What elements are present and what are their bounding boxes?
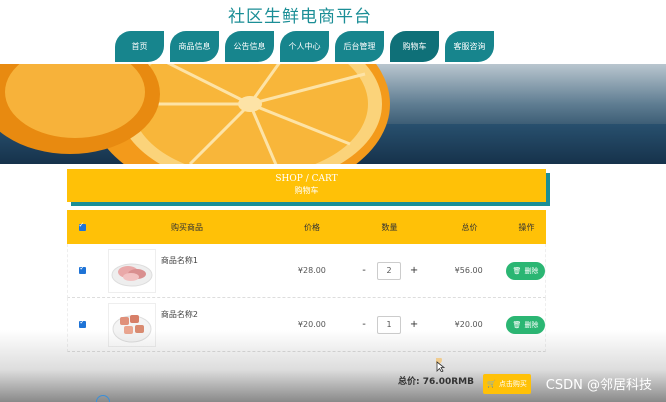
product-cell: 商品名称2 [98, 302, 277, 347]
qty-input[interactable]: 2 [377, 261, 402, 280]
nav-item-products[interactable]: 商品信息 [170, 31, 219, 62]
trash-icon: 🗑 [512, 266, 522, 275]
item-checkbox[interactable] [68, 318, 98, 328]
summary-amount: 76.00RMB [422, 377, 474, 387]
cart-summary: 总价: 76.00RMB [398, 374, 474, 387]
raw-meat-icon [111, 263, 153, 286]
item-total: ¥20.00 [454, 320, 483, 329]
trash-icon: 🗑 [512, 320, 522, 329]
nav-item-cart[interactable]: 购物车 [390, 31, 439, 62]
cart-row: 商品名称2 ¥20.00 - 1 + ¥20.00 🗑 删除 [67, 298, 546, 352]
main-nav: 首页 商品信息 公告信息 个人中心 后台管理 购物车 客服咨询 [115, 31, 500, 63]
section-header: SHOP / CART 购物车 [67, 169, 546, 202]
cart-table: 购买商品 价格 数量 总价 操作 商品名称1 ¥28.00 - 2 + ¥56.… [67, 210, 546, 352]
mouse-cursor-icon [436, 358, 446, 372]
quantity-stepper: - 2 + [347, 261, 432, 280]
header-total: 总价 [461, 222, 478, 232]
item-total: ¥56.00 [454, 266, 483, 275]
product-image[interactable] [107, 302, 156, 347]
summary-label: 总价: [398, 377, 420, 387]
section-title-zh: 购物车 [294, 186, 319, 195]
qty-increase-button[interactable]: + [407, 319, 421, 330]
item-checkbox[interactable] [68, 264, 98, 274]
cart-row: 商品名称1 ¥28.00 - 2 + ¥56.00 🗑 删除 [67, 244, 546, 298]
header-quantity: 数量 [381, 222, 398, 232]
action-cell: 🗑 删除 [506, 261, 545, 280]
product-name[interactable]: 商品名称2 [161, 309, 198, 320]
qty-increase-button[interactable]: + [407, 265, 421, 276]
checkout-button[interactable]: 🛒 点击购买 [483, 374, 531, 394]
delete-button[interactable]: 🗑 删除 [506, 261, 545, 280]
orange-slice-image [0, 64, 390, 164]
pork-cubes-icon [112, 314, 152, 342]
product-image[interactable] [107, 248, 156, 293]
header-actions: 操作 [518, 222, 535, 232]
nav-item-admin[interactable]: 后台管理 [335, 31, 384, 62]
quantity-stepper: - 1 + [347, 315, 432, 334]
delete-label: 删除 [524, 266, 539, 275]
nav-item-home[interactable]: 首页 [115, 31, 164, 62]
product-cell: 商品名称1 [98, 248, 277, 293]
cart-icon: 🛒 [487, 380, 496, 388]
watermark: CSDN @邻居科技 [545, 378, 652, 393]
header-price: 价格 [304, 222, 320, 232]
nav-item-support[interactable]: 客服咨询 [445, 31, 494, 62]
checkbox-icon [79, 318, 87, 328]
delete-button[interactable]: 🗑 删除 [506, 315, 545, 334]
item-price: ¥28.00 [297, 266, 326, 275]
qty-decrease-button[interactable]: - [357, 265, 371, 276]
hero-banner [0, 64, 666, 164]
header-product: 购买商品 [171, 222, 203, 232]
nav-item-announcements[interactable]: 公告信息 [225, 31, 274, 62]
qty-decrease-button[interactable]: - [357, 319, 371, 330]
delete-label: 删除 [524, 320, 539, 329]
checkbox-icon [79, 264, 87, 274]
checkout-label: 点击购买 [498, 380, 527, 388]
qty-input[interactable]: 1 [377, 315, 402, 334]
section-title-en: SHOP / CART [275, 174, 338, 184]
nav-item-profile[interactable]: 个人中心 [280, 31, 329, 62]
floating-circle-icon[interactable] [96, 395, 110, 402]
item-price: ¥20.00 [297, 320, 326, 329]
action-cell: 🗑 删除 [506, 315, 545, 334]
product-name[interactable]: 商品名称1 [161, 255, 198, 266]
site-title: 社区生鲜电商平台 [228, 7, 372, 27]
checkbox-icon [78, 221, 86, 231]
select-all-checkbox[interactable] [67, 221, 97, 231]
cart-header-row: 购买商品 价格 数量 总价 操作 [67, 210, 546, 244]
